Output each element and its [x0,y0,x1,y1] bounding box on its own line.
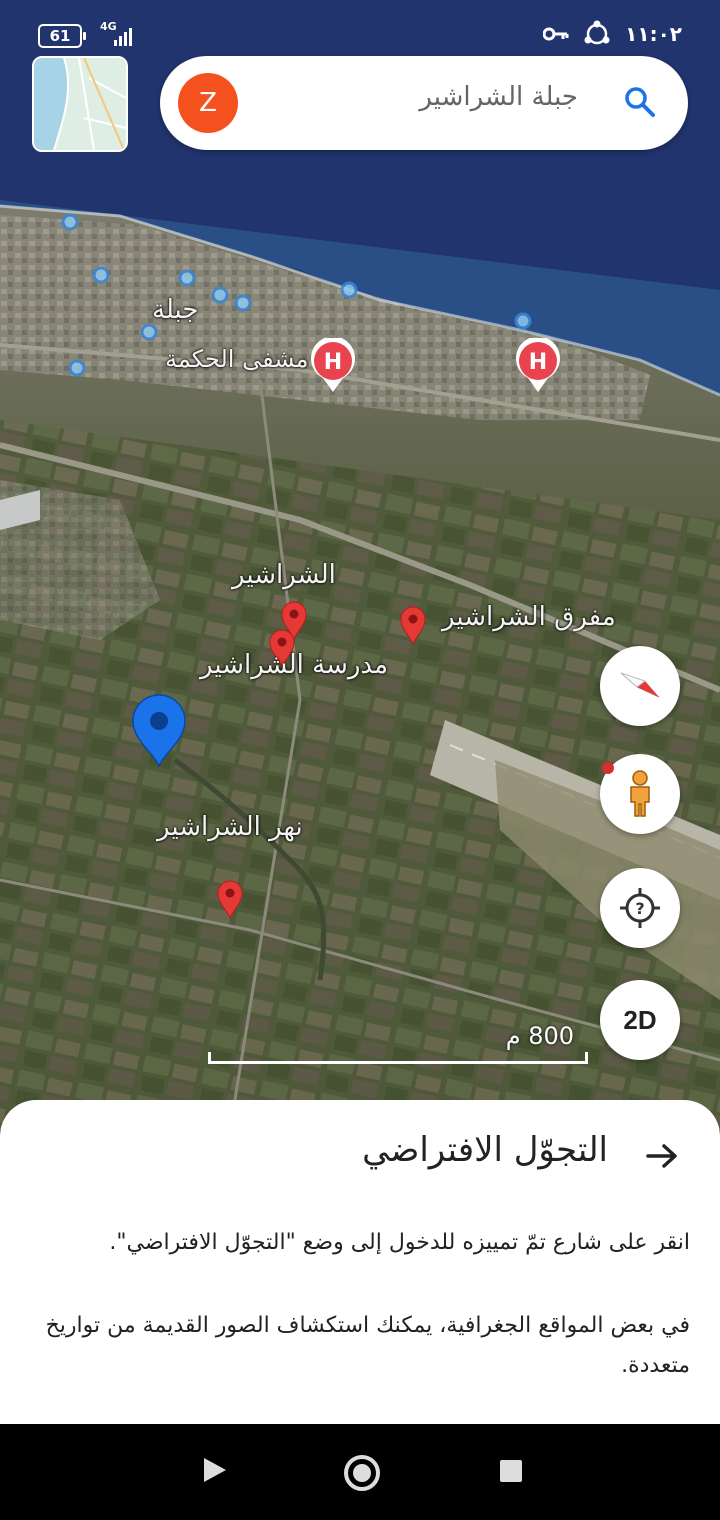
arrow-right-icon[interactable] [644,1138,680,1174]
my-location-button[interactable]: ? [600,868,680,948]
battery-level: 61 [49,27,71,45]
clock: ١١:٠٢ [625,22,682,46]
svg-text:?: ? [635,899,644,918]
sheet-title: التجوّل الافتراضي [362,1130,608,1170]
place-pin-icon[interactable] [399,605,427,645]
scale-bar: 800 م [208,1020,592,1068]
status-bar: 61 4G ١١:٠٢ [0,0,720,58]
svg-text:H: H [324,350,342,375]
compass-button[interactable] [600,646,680,726]
account-avatar[interactable]: Z [178,73,238,133]
map-label-jableh[interactable]: جبلة [152,295,198,325]
map-label-shrashir[interactable]: الشراشير [232,560,336,590]
scale-line [208,1052,588,1064]
location-unknown-icon: ? [620,888,660,928]
map-type-thumbnail[interactable] [32,56,128,152]
satellite-map[interactable] [0,0,720,1130]
svg-text:H: H [529,350,547,375]
view-mode-label: 2D [623,1004,657,1035]
vpn-key-icon [543,27,569,41]
share-sync-icon [584,20,610,45]
compass-icon [620,672,660,698]
place-pin-icon[interactable] [216,879,244,919]
back-icon[interactable] [204,1458,226,1482]
selected-location-pin-icon[interactable] [131,694,187,768]
map-label-shrashir-junction[interactable]: مفرق الشراشير [442,602,616,632]
map-label-shrashir-school[interactable]: مدرسة الشراشير [200,650,388,680]
search-icon[interactable] [622,84,658,120]
notification-dot [602,762,614,774]
search-query[interactable]: جبلة الشراشير [419,82,578,112]
scale-label: 800 م [505,1022,574,1050]
cell-signal-icon: 4G [100,20,140,48]
recents-icon[interactable] [500,1460,522,1482]
hospital-marker-icon[interactable]: H [514,338,562,394]
search-bar[interactable]: Z جبلة الشراشير [160,56,688,150]
battery-icon: 61 [38,24,86,48]
map-label-shrashir-river[interactable]: نهر الشراشير [157,812,303,842]
sheet-description: في بعض المواقع الجغرافية، يمكنك استكشاف … [45,1313,690,1378]
hospital-marker-icon[interactable]: H [309,338,357,394]
pegman-icon [630,770,650,817]
home-icon[interactable] [344,1455,380,1491]
system-nav-bar [0,1424,720,1520]
street-view-info-sheet[interactable]: التجوّل الافتراضي انقر على شارع تمّ تميي… [0,1100,720,1424]
sheet-instruction: انقر على شارع تمّ تمييزه للدخول إلى وضع … [109,1230,690,1255]
map-label-hikma-hospital[interactable]: مشفى الحكمة [165,345,309,373]
view-mode-button[interactable]: 2D [600,980,680,1060]
